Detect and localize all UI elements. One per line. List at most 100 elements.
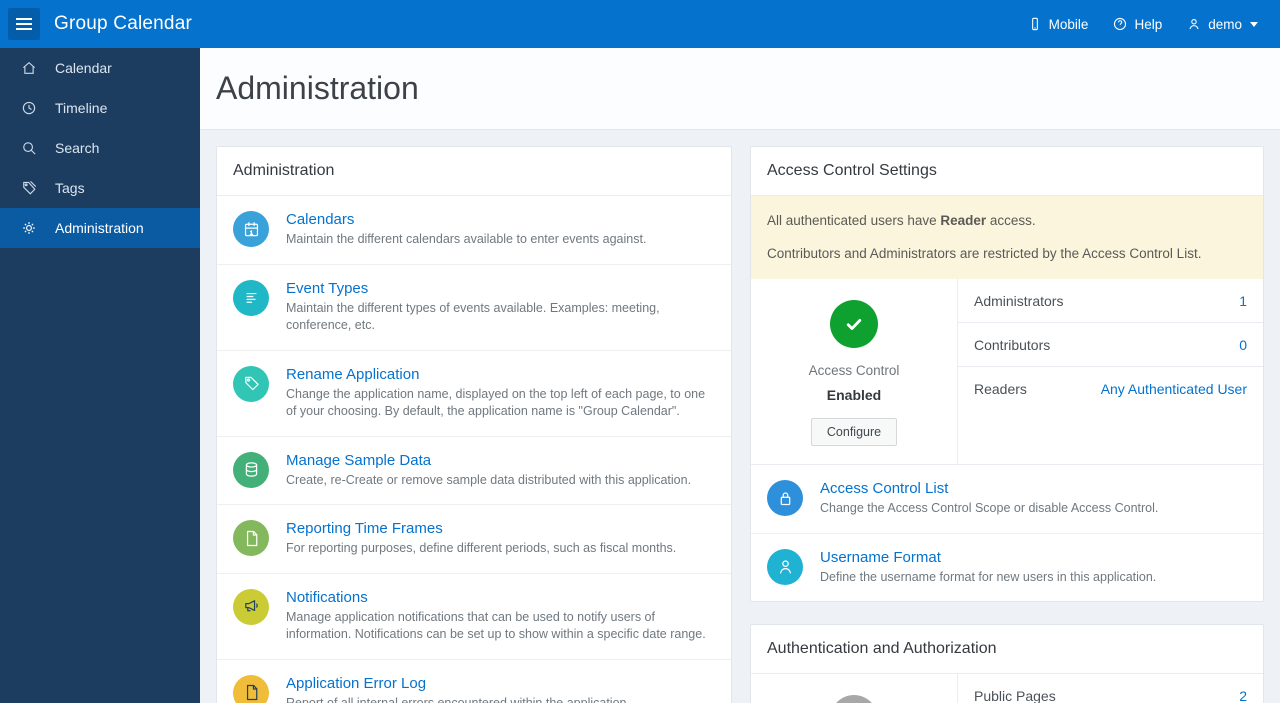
- top-bar: Group Calendar Mobile Help demo: [0, 0, 1280, 48]
- sidebar-item-label: Administration: [55, 220, 144, 236]
- reporting-time-frames-description: For reporting purposes, define different…: [286, 541, 677, 555]
- access-control-status-cell: Access Control Enabled Configure: [751, 279, 958, 465]
- row-readers: Readers Any Authenticated User: [958, 367, 1263, 410]
- sidebar-item-label: Search: [55, 140, 100, 156]
- sidebar: Calendar Timeline Search Tags Administra…: [0, 48, 200, 703]
- access-control-list-link[interactable]: Access Control List: [820, 480, 948, 497]
- list-item-calendars: Calendars Maintain the different calenda…: [217, 196, 731, 265]
- notifications-link[interactable]: Notifications: [286, 589, 368, 606]
- search-icon: [23, 142, 36, 155]
- tags-icon: [23, 181, 37, 195]
- error-doc-icon: [233, 674, 269, 703]
- user-icon: [1189, 19, 1199, 30]
- authentication-authorization-card: Authentication and Authorization Public …: [750, 624, 1264, 703]
- access-control-notice: All authenticated users have Reader acce…: [751, 196, 1263, 280]
- page-title: Administration: [216, 70, 419, 106]
- contributors-label: Contributors: [974, 337, 1051, 354]
- database-icon: [233, 451, 269, 488]
- rename-application-link[interactable]: Rename Application: [286, 366, 419, 383]
- list-item-application-error-log: Application Error Log Report of all inte…: [217, 660, 731, 703]
- top-nav: Mobile Help demo: [1027, 16, 1272, 32]
- public-pages-count-link[interactable]: 2: [1239, 688, 1247, 703]
- calendar-icon: [233, 211, 269, 247]
- public-pages-label: Public Pages: [974, 688, 1056, 703]
- manage-sample-data-link[interactable]: Manage Sample Data: [286, 452, 431, 469]
- row-public-pages: Public Pages 2: [958, 674, 1263, 703]
- sidebar-item-label: Calendar: [55, 60, 112, 76]
- home-icon: [23, 62, 35, 74]
- administration-card: Administration Calendars Maintain the di…: [216, 146, 732, 703]
- check-icon: [830, 300, 878, 349]
- access-control-settings-card: Access Control Settings All authenticate…: [750, 146, 1264, 603]
- authentication-status-cell: [751, 674, 958, 703]
- username-format-link[interactable]: Username Format: [820, 549, 941, 566]
- help-icon: [1114, 17, 1127, 31]
- administration-card-title: Administration: [217, 147, 731, 196]
- hamburger-menu-button[interactable]: [8, 8, 40, 40]
- help-link[interactable]: Help: [1112, 16, 1162, 32]
- access-control-list-description: Change the Access Control Scope or disab…: [820, 501, 1159, 516]
- readers-value-link[interactable]: Any Authenticated User: [1101, 381, 1247, 397]
- sidebar-item-tags[interactable]: Tags: [0, 168, 200, 208]
- administrators-label: Administrators: [974, 293, 1064, 310]
- application-error-log-description: Report of all internal errors encountere…: [286, 695, 630, 703]
- administrators-count-link[interactable]: 1: [1239, 293, 1247, 309]
- authentication-authorization-title: Authentication and Authorization: [751, 625, 1263, 675]
- sidebar-item-label: Tags: [55, 180, 85, 196]
- user-menu[interactable]: demo: [1186, 16, 1258, 32]
- access-control-status-section: Access Control Enabled Configure Adminis…: [751, 279, 1263, 466]
- notifications-description: Manage application notifications that ca…: [286, 609, 706, 642]
- right-column: Access Control Settings All authenticate…: [750, 146, 1264, 703]
- sidebar-item-timeline[interactable]: Timeline: [0, 88, 200, 128]
- row-administrators: Administrators 1: [958, 279, 1263, 324]
- file-icon: [233, 520, 269, 556]
- configure-button[interactable]: Configure: [810, 418, 898, 447]
- application-error-log-link[interactable]: Application Error Log: [286, 675, 426, 692]
- notice-line-1: All authenticated users have Reader acce…: [767, 213, 1036, 228]
- user-label: demo: [1208, 16, 1242, 32]
- content-area: Administration Administration Calendars …: [200, 48, 1280, 703]
- status-circle-icon: [830, 695, 878, 703]
- list-lines-icon: [233, 279, 269, 316]
- list-item-access-control-list: Access Control List Change the Access Co…: [751, 465, 1263, 534]
- list-item-rename-application: Rename Application Change the applicatio…: [217, 351, 731, 437]
- mobile-link[interactable]: Mobile: [1027, 16, 1089, 32]
- page-title-band: Administration: [200, 48, 1280, 130]
- list-item-event-types: Event Types Maintain the different types…: [217, 265, 731, 351]
- list-item-reporting-time-frames: Reporting Time Frames For reporting purp…: [217, 505, 731, 574]
- notice-line-2: Contributors and Administrators are rest…: [767, 246, 1202, 262]
- authentication-rows: Public Pages 2: [958, 674, 1263, 703]
- reporting-time-frames-link[interactable]: Reporting Time Frames: [286, 520, 443, 537]
- sidebar-item-administration[interactable]: Administration: [0, 208, 200, 248]
- sidebar-item-label: Timeline: [55, 100, 108, 116]
- access-control-value: Enabled: [826, 387, 882, 404]
- page-body: Administration Calendars Maintain the di…: [200, 130, 1280, 703]
- lock-icon: [767, 480, 803, 517]
- readers-label: Readers: [974, 381, 1027, 398]
- clock-icon: [22, 101, 36, 115]
- mobile-label: Mobile: [1048, 16, 1089, 32]
- access-control-rows: Administrators 1 Contributors 0 Readers …: [958, 279, 1263, 464]
- access-control-label: Access Control: [808, 363, 900, 379]
- username-format-description: Define the username format for new users…: [820, 569, 1157, 584]
- list-item-notifications: Notifications Manage application notific…: [217, 574, 731, 660]
- mobile-phone-icon: [1031, 17, 1038, 31]
- gear-icon: [23, 222, 35, 234]
- rename-application-description: Change the application name, displayed o…: [286, 386, 706, 419]
- chevron-down-icon: [1250, 21, 1258, 27]
- calendars-description: Maintain the different calendars availab…: [286, 232, 647, 246]
- person-icon: [767, 548, 803, 585]
- contributors-count-link[interactable]: 0: [1239, 337, 1247, 353]
- app-title[interactable]: Group Calendar: [54, 13, 192, 35]
- authentication-status-section: Public Pages 2: [751, 674, 1263, 703]
- event-types-description: Maintain the different types of events a…: [286, 300, 660, 333]
- help-label: Help: [1134, 16, 1163, 32]
- access-control-settings-title: Access Control Settings: [751, 147, 1263, 196]
- sidebar-item-search[interactable]: Search: [0, 128, 200, 168]
- megaphone-icon: [233, 588, 269, 625]
- sidebar-item-calendar[interactable]: Calendar: [0, 48, 200, 88]
- event-types-link[interactable]: Event Types: [286, 280, 368, 297]
- calendars-link[interactable]: Calendars: [286, 211, 354, 228]
- manage-sample-data-description: Create, re-Create or remove sample data …: [286, 472, 692, 487]
- list-item-manage-sample-data: Manage Sample Data Create, re-Create or …: [217, 437, 731, 505]
